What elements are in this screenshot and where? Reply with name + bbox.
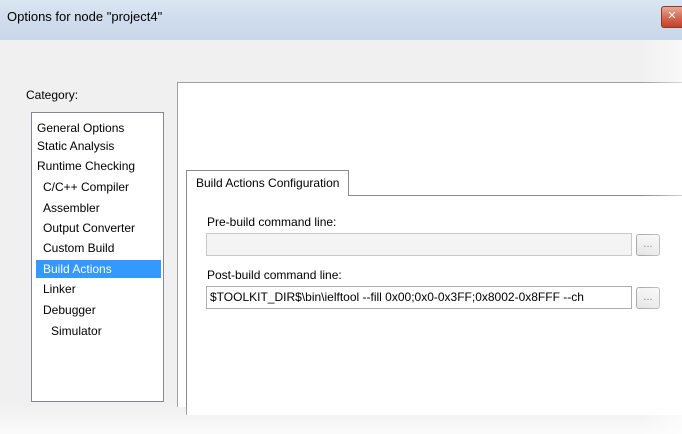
pre-build-browse-button[interactable]: ... — [636, 234, 660, 256]
title-bar[interactable]: Options for node "project4" ✕ — [0, 0, 682, 40]
category-item-build-actions[interactable]: Build Actions — [36, 260, 161, 278]
window-title: Options for node "project4" — [7, 9, 163, 24]
category-item-output-converter[interactable]: Output Converter — [40, 219, 138, 237]
post-build-label: Post-build command line: — [207, 268, 342, 282]
category-item-cpp-compiler[interactable]: C/C++ Compiler — [40, 178, 132, 196]
options-dialog: Options for node "project4" ✕ Category: … — [0, 0, 682, 434]
category-list[interactable]: General Options Static Analysis Runtime … — [31, 112, 164, 402]
post-build-input[interactable]: $TOOLKIT_DIR$\bin\ielftool --fill 0x00;0… — [206, 286, 632, 309]
category-label: Category: — [26, 88, 79, 102]
category-item-simulator[interactable]: Simulator — [48, 322, 105, 340]
category-item-static-analysis[interactable]: Static Analysis — [34, 137, 117, 155]
category-item-runtime-checking[interactable]: Runtime Checking — [34, 157, 138, 175]
pre-build-label: Pre-build command line: — [207, 215, 337, 229]
tab-build-actions-configuration[interactable]: Build Actions Configuration — [186, 170, 350, 196]
close-icon[interactable]: ✕ — [661, 6, 682, 28]
category-item-debugger[interactable]: Debugger — [40, 301, 99, 319]
pre-build-input[interactable] — [206, 233, 632, 256]
post-build-browse-button[interactable]: ... — [636, 287, 660, 309]
category-item-linker[interactable]: Linker — [40, 280, 79, 298]
category-item-general-options[interactable]: General Options — [34, 119, 127, 137]
category-item-custom-build[interactable]: Custom Build — [40, 239, 117, 257]
category-item-assembler[interactable]: Assembler — [40, 199, 103, 217]
